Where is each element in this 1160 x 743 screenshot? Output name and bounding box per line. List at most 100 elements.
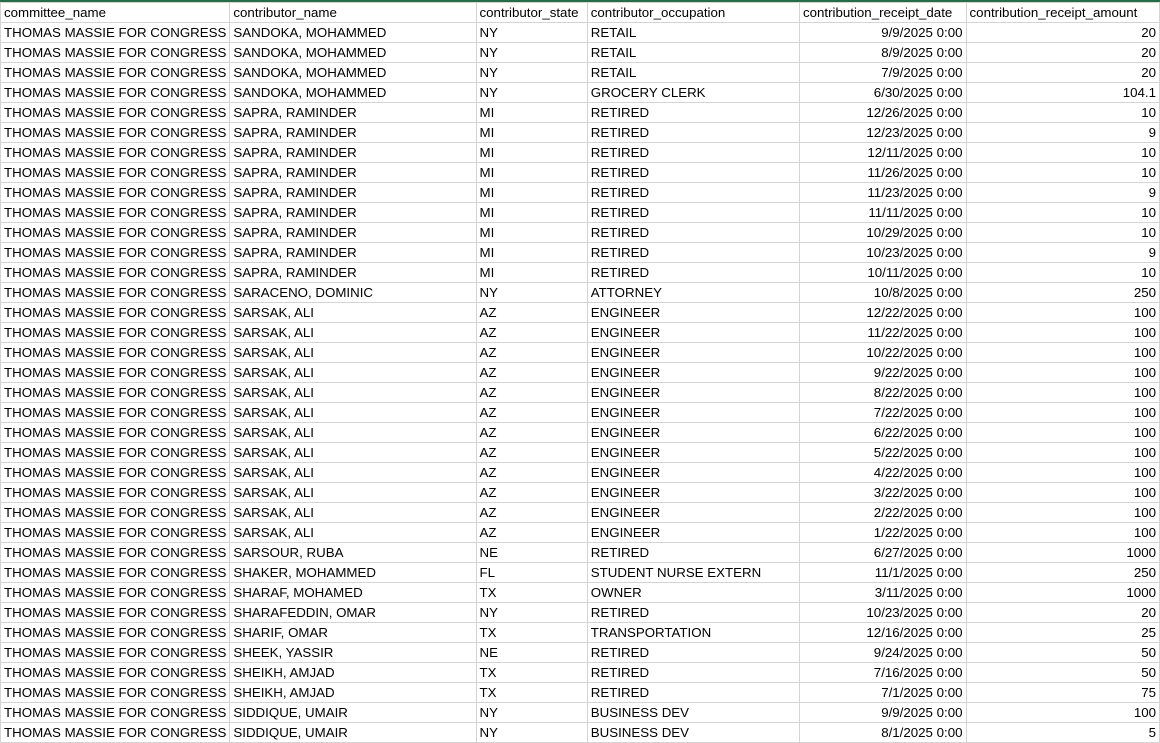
cell-receipt-date[interactable]: 11/1/2025 0:00 xyxy=(798,562,967,583)
cell-contributor-occupation[interactable]: RETIRED xyxy=(586,542,800,563)
cell-contributor-state[interactable]: AZ xyxy=(475,402,588,423)
cell-receipt-amount[interactable]: 250 xyxy=(965,562,1160,583)
cell-committee-name[interactable]: THOMAS MASSIE FOR CONGRESS xyxy=(0,242,231,263)
cell-contributor-name[interactable]: SARSAK, ALI xyxy=(229,442,477,463)
cell-committee-name[interactable]: THOMAS MASSIE FOR CONGRESS xyxy=(0,282,231,303)
cell-contributor-state[interactable]: FL xyxy=(475,562,588,583)
cell-contributor-state[interactable]: MI xyxy=(475,222,588,243)
cell-contributor-occupation[interactable]: ENGINEER xyxy=(586,322,800,343)
cell-contributor-name[interactable]: SARSAK, ALI xyxy=(229,382,477,403)
cell-contributor-state[interactable]: AZ xyxy=(475,342,588,363)
cell-contributor-name[interactable]: SAPRA, RAMINDER xyxy=(229,162,477,183)
cell-receipt-date[interactable]: 2/22/2025 0:00 xyxy=(798,502,967,523)
cell-contributor-name[interactable]: SANDOKA, MOHAMMED xyxy=(229,22,477,43)
cell-contributor-name[interactable]: SHARIF, OMAR xyxy=(229,622,477,643)
cell-contributor-state[interactable]: TX xyxy=(475,662,588,683)
cell-contributor-occupation[interactable]: ATTORNEY xyxy=(586,282,800,303)
cell-contributor-state[interactable]: MI xyxy=(475,262,588,283)
cell-receipt-date[interactable]: 10/8/2025 0:00 xyxy=(798,282,967,303)
cell-receipt-amount[interactable]: 50 xyxy=(965,642,1160,663)
cell-receipt-amount[interactable]: 10 xyxy=(965,202,1160,223)
cell-receipt-date[interactable]: 8/22/2025 0:00 xyxy=(798,382,967,403)
cell-receipt-date[interactable]: 11/11/2025 0:00 xyxy=(798,202,967,223)
cell-committee-name[interactable]: THOMAS MASSIE FOR CONGRESS xyxy=(0,522,231,543)
cell-contributor-name[interactable]: SANDOKA, MOHAMMED xyxy=(229,62,477,83)
cell-contributor-occupation[interactable]: RETIRED xyxy=(586,182,800,203)
cell-contributor-occupation[interactable]: ENGINEER xyxy=(586,462,800,483)
cell-receipt-amount[interactable]: 104.1 xyxy=(965,82,1160,103)
cell-receipt-date[interactable]: 7/9/2025 0:00 xyxy=(798,62,967,83)
cell-committee-name[interactable]: THOMAS MASSIE FOR CONGRESS xyxy=(0,642,231,663)
cell-contributor-name[interactable]: SARSAK, ALI xyxy=(229,502,477,523)
header-cell-committee-name[interactable]: committee_name xyxy=(0,2,231,23)
header-cell-contributor-name[interactable]: contributor_name xyxy=(229,2,477,23)
cell-contributor-name[interactable]: SHARAFEDDIN, OMAR xyxy=(229,602,477,623)
cell-contributor-name[interactable]: SAPRA, RAMINDER xyxy=(229,142,477,163)
cell-contributor-occupation[interactable]: RETIRED xyxy=(586,662,800,683)
cell-receipt-date[interactable]: 11/23/2025 0:00 xyxy=(798,182,967,203)
cell-contributor-occupation[interactable]: ENGINEER xyxy=(586,362,800,383)
cell-committee-name[interactable]: THOMAS MASSIE FOR CONGRESS xyxy=(0,302,231,323)
cell-receipt-amount[interactable]: 9 xyxy=(965,242,1160,263)
cell-contributor-state[interactable]: NY xyxy=(475,702,588,723)
cell-contributor-occupation[interactable]: RETAIL xyxy=(586,42,800,63)
cell-contributor-state[interactable]: AZ xyxy=(475,322,588,343)
cell-contributor-name[interactable]: SAPRA, RAMINDER xyxy=(229,122,477,143)
cell-receipt-amount[interactable]: 9 xyxy=(965,182,1160,203)
cell-receipt-date[interactable]: 9/22/2025 0:00 xyxy=(798,362,967,383)
cell-contributor-state[interactable]: NY xyxy=(475,62,588,83)
cell-contributor-occupation[interactable]: RETIRED xyxy=(586,642,800,663)
cell-committee-name[interactable]: THOMAS MASSIE FOR CONGRESS xyxy=(0,662,231,683)
cell-receipt-amount[interactable]: 10 xyxy=(965,102,1160,123)
cell-committee-name[interactable]: THOMAS MASSIE FOR CONGRESS xyxy=(0,682,231,703)
cell-committee-name[interactable]: THOMAS MASSIE FOR CONGRESS xyxy=(0,542,231,563)
cell-receipt-amount[interactable]: 100 xyxy=(965,342,1160,363)
cell-contributor-occupation[interactable]: RETAIL xyxy=(586,62,800,83)
cell-contributor-state[interactable]: MI xyxy=(475,122,588,143)
cell-contributor-state[interactable]: AZ xyxy=(475,422,588,443)
cell-contributor-name[interactable]: SAPRA, RAMINDER xyxy=(229,262,477,283)
cell-contributor-state[interactable]: NE xyxy=(475,642,588,663)
cell-contributor-name[interactable]: SAPRA, RAMINDER xyxy=(229,242,477,263)
cell-contributor-state[interactable]: TX xyxy=(475,622,588,643)
cell-receipt-date[interactable]: 12/22/2025 0:00 xyxy=(798,302,967,323)
cell-contributor-name[interactable]: SHAKER, MOHAMMED xyxy=(229,562,477,583)
cell-receipt-amount[interactable]: 20 xyxy=(965,42,1160,63)
cell-contributor-occupation[interactable]: RETIRED xyxy=(586,142,800,163)
cell-receipt-date[interactable]: 1/22/2025 0:00 xyxy=(798,522,967,543)
cell-contributor-state[interactable]: MI xyxy=(475,202,588,223)
cell-receipt-amount[interactable]: 75 xyxy=(965,682,1160,703)
cell-contributor-name[interactable]: SANDOKA, MOHAMMED xyxy=(229,42,477,63)
cell-receipt-amount[interactable]: 9 xyxy=(965,122,1160,143)
cell-committee-name[interactable]: THOMAS MASSIE FOR CONGRESS xyxy=(0,362,231,383)
cell-committee-name[interactable]: THOMAS MASSIE FOR CONGRESS xyxy=(0,702,231,723)
cell-contributor-name[interactable]: SAPRA, RAMINDER xyxy=(229,202,477,223)
cell-receipt-date[interactable]: 9/9/2025 0:00 xyxy=(798,702,967,723)
cell-contributor-name[interactable]: SARSAK, ALI xyxy=(229,322,477,343)
cell-contributor-state[interactable]: MI xyxy=(475,162,588,183)
cell-receipt-amount[interactable]: 50 xyxy=(965,662,1160,683)
header-cell-contributor-state[interactable]: contributor_state xyxy=(475,2,588,23)
cell-contributor-state[interactable]: AZ xyxy=(475,442,588,463)
cell-committee-name[interactable]: THOMAS MASSIE FOR CONGRESS xyxy=(0,182,231,203)
cell-contributor-name[interactable]: SAPRA, RAMINDER xyxy=(229,182,477,203)
cell-contributor-state[interactable]: TX xyxy=(475,582,588,603)
cell-contributor-name[interactable]: SHEIKH, AMJAD xyxy=(229,662,477,683)
cell-receipt-amount[interactable]: 100 xyxy=(965,522,1160,543)
cell-contributor-occupation[interactable]: RETIRED xyxy=(586,202,800,223)
cell-contributor-occupation[interactable]: ENGINEER xyxy=(586,342,800,363)
cell-committee-name[interactable]: THOMAS MASSIE FOR CONGRESS xyxy=(0,562,231,583)
cell-contributor-state[interactable]: AZ xyxy=(475,362,588,383)
cell-contributor-name[interactable]: SARSAK, ALI xyxy=(229,342,477,363)
cell-contributor-name[interactable]: SARSAK, ALI xyxy=(229,362,477,383)
cell-contributor-state[interactable]: AZ xyxy=(475,382,588,403)
cell-receipt-date[interactable]: 3/11/2025 0:00 xyxy=(798,582,967,603)
cell-committee-name[interactable]: THOMAS MASSIE FOR CONGRESS xyxy=(0,262,231,283)
cell-contributor-occupation[interactable]: ENGINEER xyxy=(586,402,800,423)
cell-contributor-state[interactable]: NE xyxy=(475,542,588,563)
cell-receipt-amount[interactable]: 100 xyxy=(965,382,1160,403)
cell-receipt-date[interactable]: 4/22/2025 0:00 xyxy=(798,462,967,483)
header-cell-receipt-date[interactable]: contribution_receipt_date xyxy=(798,2,967,23)
cell-contributor-state[interactable]: NY xyxy=(475,82,588,103)
cell-committee-name[interactable]: THOMAS MASSIE FOR CONGRESS xyxy=(0,142,231,163)
